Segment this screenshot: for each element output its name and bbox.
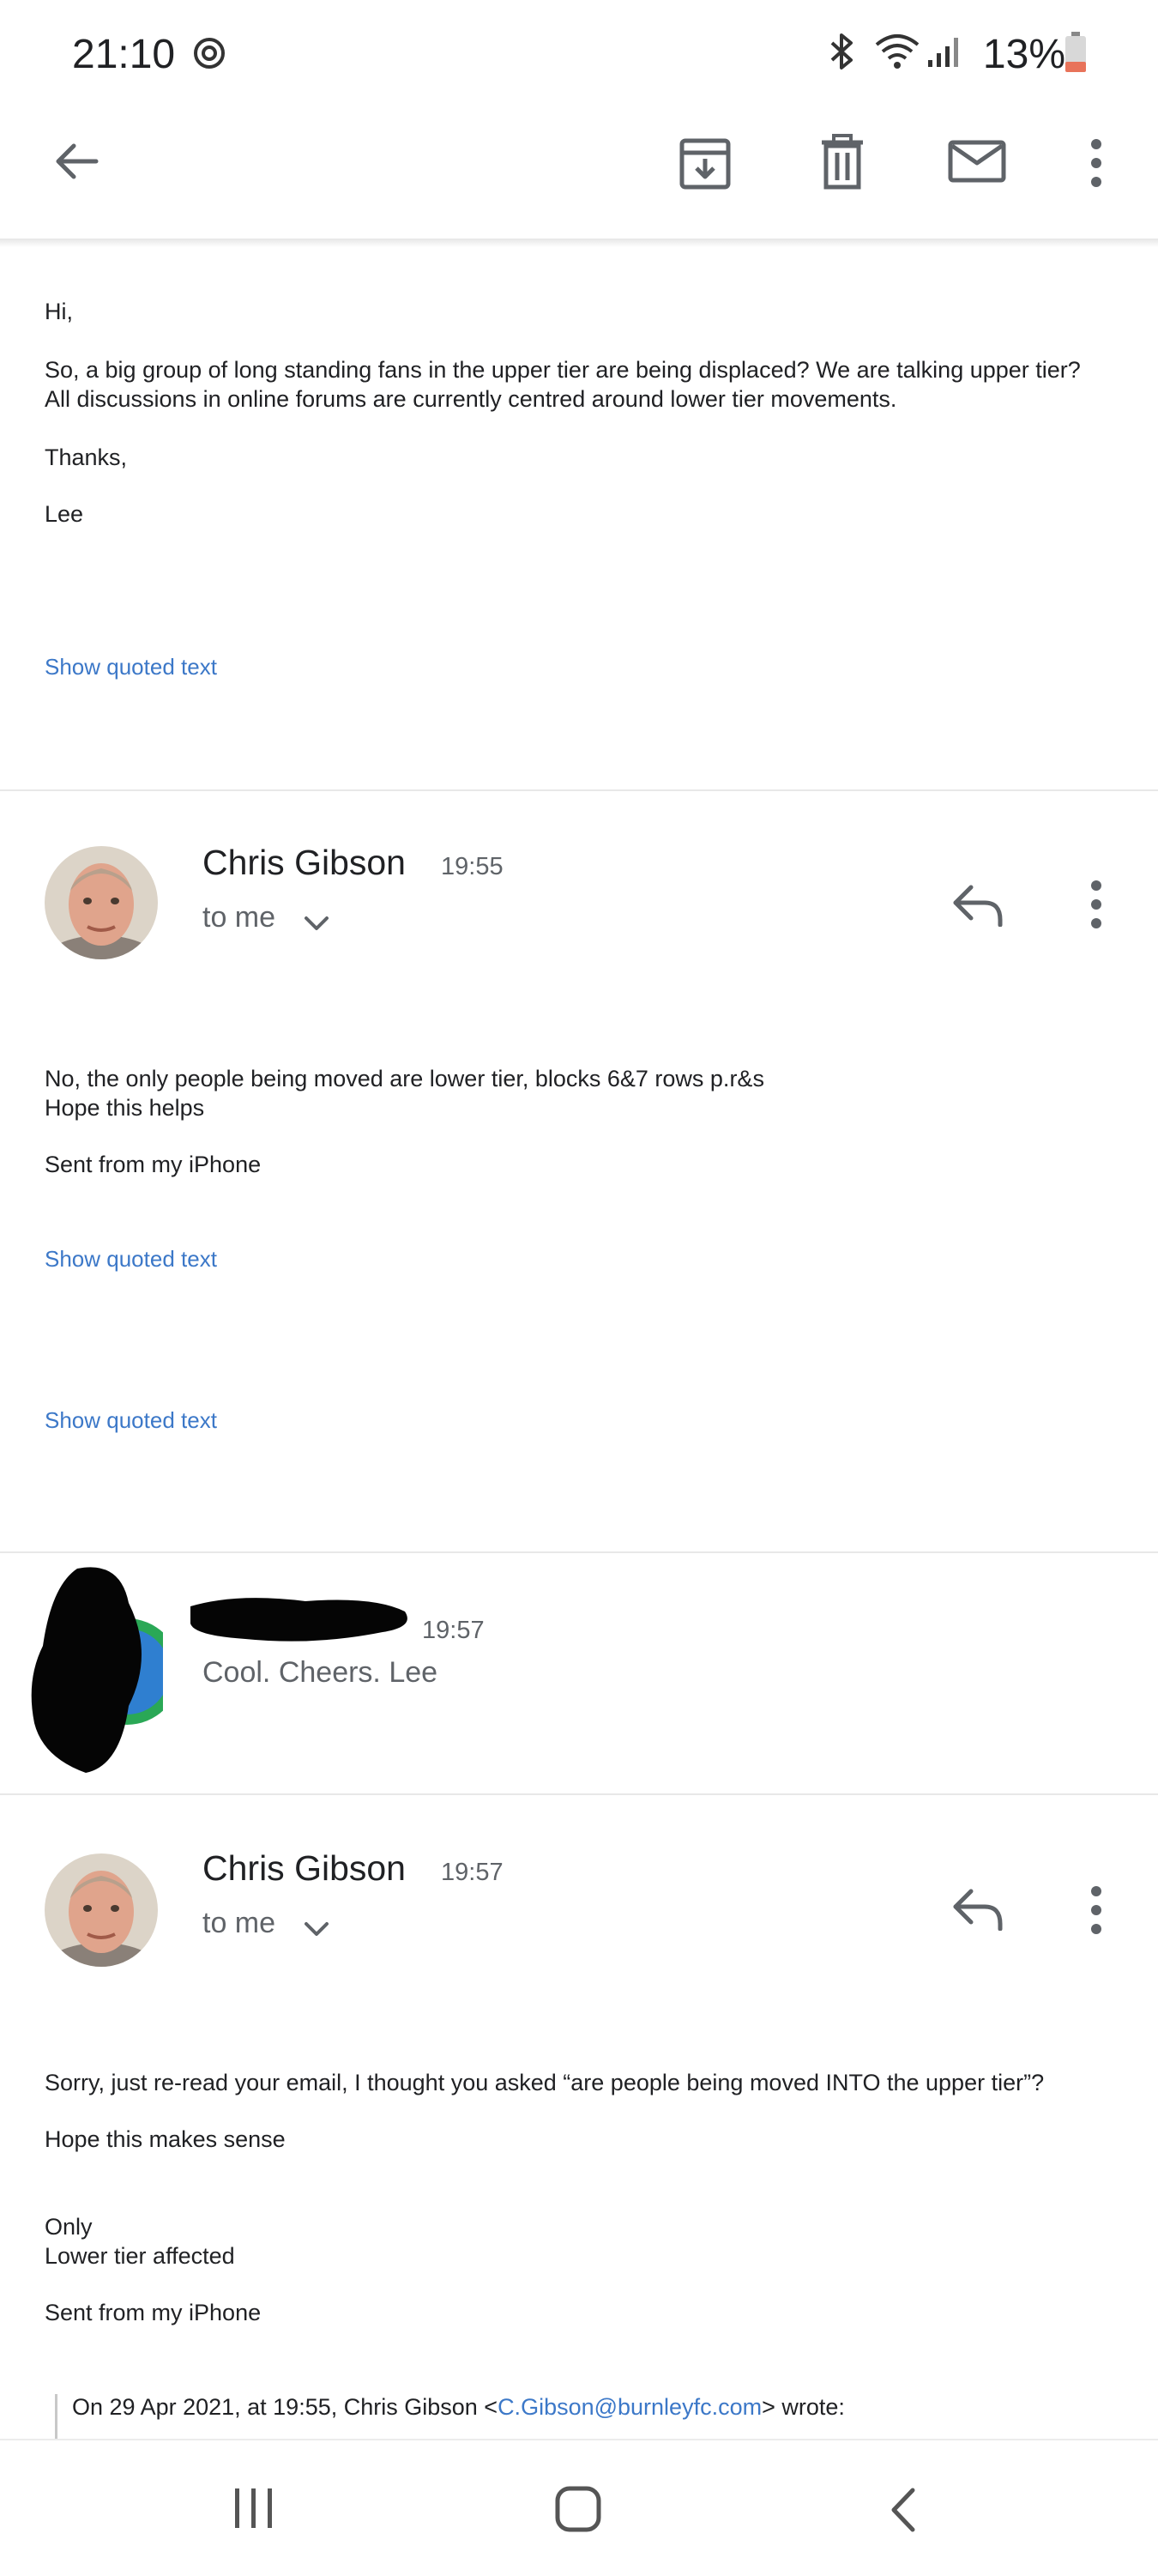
message-divider xyxy=(0,1551,1158,1553)
message-1-signature: Lee xyxy=(45,501,84,527)
quote-suffix: > wrote: xyxy=(762,2394,845,2420)
reply-icon[interactable] xyxy=(950,884,1005,927)
redacted-sender-name xyxy=(185,1589,417,1648)
reply-icon[interactable] xyxy=(950,1888,1005,1931)
home-icon[interactable] xyxy=(554,2485,602,2533)
message-4-line: Hope this makes sense xyxy=(45,2126,286,2152)
battery-percent: 13% xyxy=(982,32,1065,77)
show-quoted-text-link[interactable]: Show quoted text xyxy=(45,1407,217,1434)
back-icon[interactable] xyxy=(887,2487,918,2533)
status-time: 21:10 xyxy=(72,32,176,77)
signal-icon xyxy=(926,34,961,69)
message-2-line: Hope this helps xyxy=(45,1095,205,1121)
quote-attribution: On 29 Apr 2021, at 19:55, Chris Gibson <… xyxy=(72,2392,845,2422)
archive-icon[interactable] xyxy=(678,136,733,190)
more-vert-icon[interactable] xyxy=(1084,1884,1108,1936)
show-quoted-text-link[interactable]: Show quoted text xyxy=(45,1246,217,1273)
bluetooth-icon xyxy=(825,33,859,70)
quote-bar xyxy=(55,2394,57,2439)
show-quoted-text-link[interactable]: Show quoted text xyxy=(45,654,217,680)
mail-icon[interactable] xyxy=(947,139,1007,184)
avatar[interactable] xyxy=(45,1853,158,1967)
chevron-down-icon[interactable] xyxy=(304,915,329,932)
back-arrow-icon[interactable] xyxy=(50,136,101,187)
message-4-line: Sorry, just re-read your email, I though… xyxy=(45,2070,1045,2095)
message-2-signature: Sent from my iPhone xyxy=(45,1152,262,1177)
message-snippet[interactable]: Cool. Cheers. Lee xyxy=(202,1656,437,1690)
more-vert-icon[interactable] xyxy=(1084,137,1108,189)
avatar[interactable] xyxy=(45,846,158,959)
recent-apps-icon[interactable] xyxy=(232,2487,276,2530)
quote-prefix: On 29 Apr 2021, at 19:55, Chris Gibson < xyxy=(72,2394,498,2420)
message-4-signature: Sent from my iPhone xyxy=(45,2300,262,2325)
trash-icon[interactable] xyxy=(818,134,866,190)
chevron-down-icon[interactable] xyxy=(304,1920,329,1938)
wifi-icon xyxy=(873,33,921,70)
toolbar-shadow xyxy=(0,239,1158,247)
sender-name: Chris Gibson xyxy=(202,1848,406,1888)
message-4-line: Only xyxy=(45,2214,93,2240)
recipient-label[interactable]: to me xyxy=(202,1907,275,1940)
message-1-signoff: Thanks, xyxy=(45,444,128,470)
message-divider xyxy=(0,789,1158,791)
message-1-greeting: Hi, xyxy=(45,299,73,324)
message-time: 19:55 xyxy=(441,853,504,880)
battery-icon xyxy=(1064,31,1088,74)
sender-name: Chris Gibson xyxy=(202,843,406,882)
redacted-avatar[interactable] xyxy=(26,1551,163,1775)
message-divider xyxy=(0,1793,1158,1795)
more-vert-icon[interactable] xyxy=(1084,879,1108,930)
message-4-line: Lower tier affected xyxy=(45,2243,235,2269)
message-1-paragraph: So, a big group of long standing fans in… xyxy=(45,357,1081,412)
recipient-label[interactable]: to me xyxy=(202,901,275,934)
message-time: 19:57 xyxy=(441,1859,504,1886)
quote-email-link[interactable]: C.Gibson@burnleyfc.com xyxy=(498,2394,762,2420)
message-2-line: No, the only people being moved are lowe… xyxy=(45,1066,764,1091)
sync-icon xyxy=(192,36,226,70)
message-time: 19:57 xyxy=(422,1617,485,1644)
